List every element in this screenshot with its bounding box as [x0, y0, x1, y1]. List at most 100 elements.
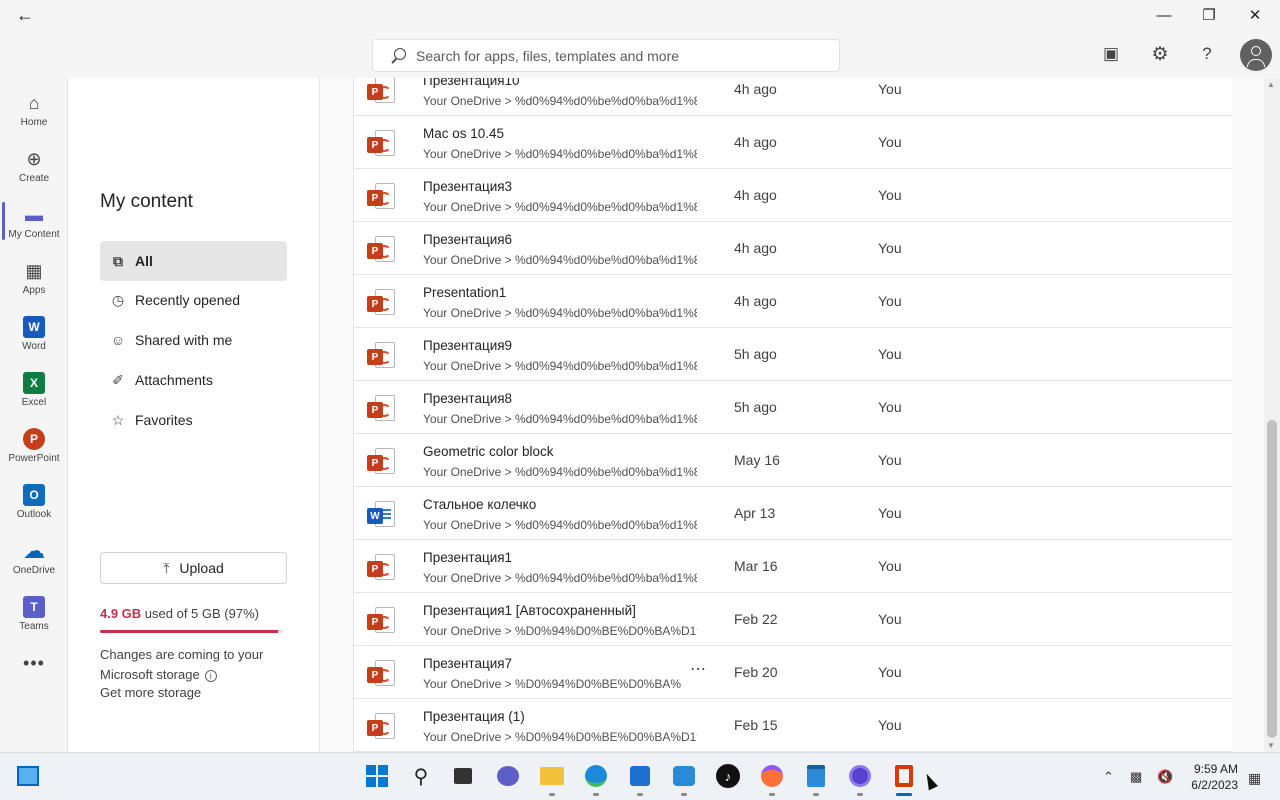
maximize-button[interactable]: ❐ — [1186, 0, 1232, 30]
file-name[interactable]: Презентация3 — [423, 179, 512, 194]
file-path: Your OneDrive > %d0%94%d0%be%d0%ba%d1%8 — [423, 94, 697, 108]
powerpoint-icon: P — [23, 428, 45, 450]
video-icon[interactable]: ▣ — [1100, 43, 1122, 65]
file-row[interactable]: P Презентация1 Your OneDrive > %d0%94%d0%b… — [354, 540, 1232, 593]
search-input[interactable]: Search for apps, files, templates and mo… — [416, 48, 679, 64]
start-icon[interactable] — [364, 763, 390, 789]
file-name[interactable]: Презентация (1) — [423, 709, 525, 724]
people-icon[interactable] — [671, 763, 697, 789]
scroll-up-icon[interactable]: ▲ — [1267, 80, 1275, 89]
file-explorer-icon[interactable] — [539, 763, 565, 789]
more-apps-icon[interactable]: ••• — [0, 653, 68, 674]
file-name[interactable]: Презентация10 — [423, 78, 520, 88]
minimize-button[interactable]: — — [1141, 0, 1187, 30]
search-box[interactable]: Search for apps, files, templates and mo… — [372, 39, 840, 72]
get-more-storage-link[interactable]: Get more storage — [100, 685, 201, 700]
display-icon[interactable]: ▩ — [1130, 769, 1142, 785]
chevron-up-icon[interactable]: ⌃ — [1103, 769, 1114, 785]
widgets-icon[interactable] — [15, 763, 41, 789]
file-name[interactable]: Стальное колечко — [423, 497, 536, 512]
file-date: 5h ago — [734, 399, 777, 415]
file-type-badge: P — [367, 190, 383, 206]
file-row[interactable]: P Презентация10 Your OneDrive > %d0%94%d0%… — [354, 78, 1232, 116]
file-owner: You — [878, 187, 902, 203]
scroll-thumb[interactable] — [1267, 420, 1277, 738]
close-button[interactable]: ✕ — [1232, 0, 1278, 30]
clock[interactable]: 9:59 AM 6/2/2023 — [1188, 761, 1238, 793]
office-icon[interactable] — [891, 763, 917, 789]
file-path: Your OneDrive > %d0%94%d0%be%d0%ba%d1%8 — [423, 147, 697, 161]
nav-item-label: Favorites — [135, 412, 193, 428]
edge-icon[interactable] — [583, 763, 609, 789]
back-button[interactable]: ← — [2, 0, 48, 30]
file-owner: You — [878, 558, 902, 574]
nav-item-favorites[interactable]: ☆ Favorites — [100, 400, 287, 440]
rail-item-my-content[interactable]: ▬ My Content — [0, 194, 68, 246]
onedrive-icon: ☁ — [23, 538, 45, 563]
file-type-badge: P — [367, 667, 383, 683]
rail-label: PowerPoint — [8, 453, 60, 464]
rail-item-outlook[interactable]: O Outlook — [0, 474, 68, 526]
rail-item-excel[interactable]: X Excel — [0, 362, 68, 414]
file-name[interactable]: Презентация7 — [423, 656, 512, 671]
file-type-badge: P — [367, 84, 383, 100]
apps-icon: ▦ — [25, 260, 43, 281]
word-file-icon: W — [367, 501, 395, 529]
avatar[interactable] — [1240, 39, 1272, 71]
notification-icon[interactable]: ▦ — [1248, 770, 1261, 787]
upload-label: Upload — [179, 560, 224, 576]
file-row[interactable]: P Презентация7 Your OneDrive > %D0%94%D0%B… — [354, 646, 1232, 699]
rail-item-home[interactable]: ⌂ Home — [0, 82, 68, 134]
messenger-icon[interactable] — [847, 763, 873, 789]
task-view-icon[interactable] — [450, 763, 476, 789]
file-row[interactable]: P Presentation1 Your OneDrive > %d0%94%d0%… — [354, 275, 1232, 328]
file-row[interactable]: P Презентация3 Your OneDrive > %d0%94%d0%b… — [354, 169, 1232, 222]
more-options-button[interactable]: ⋯ — [690, 659, 707, 679]
notepad-icon[interactable] — [803, 763, 829, 789]
file-row[interactable]: P Geometric color block Your OneDrive > %d… — [354, 434, 1232, 487]
file-name[interactable]: Презентация6 — [423, 232, 512, 247]
powerpoint-file-icon: P — [367, 448, 395, 476]
chat-icon[interactable] — [495, 763, 521, 789]
file-row[interactable]: P Mac os 10.45 Your OneDrive > %d0%94%d0%b… — [354, 116, 1232, 169]
file-row[interactable]: P Презентация1 [Автосохраненный] Your OneD… — [354, 593, 1232, 646]
gear-icon[interactable]: ⚙ — [1149, 43, 1171, 65]
scrollbar[interactable]: ▲ ▼ — [1264, 78, 1280, 752]
file-name[interactable]: Презентация8 — [423, 391, 512, 406]
search-icon[interactable]: ⚲ — [408, 763, 434, 789]
network-icon[interactable]: 🔇 — [1157, 769, 1173, 785]
store-icon[interactable] — [627, 763, 653, 789]
help-icon[interactable]: ? — [1196, 43, 1218, 65]
rail-item-teams[interactable]: T Teams — [0, 586, 68, 638]
file-name[interactable]: Презентация1 [Автосохраненный] — [423, 603, 636, 618]
taskbar: ⚲ ♪ ⌃ ▩ 🔇 9:59 AM 6/2/2023 ▦ — [0, 752, 1280, 800]
file-owner: You — [878, 399, 902, 415]
file-row[interactable]: P Презентация9 Your OneDrive > %d0%94%d0%b… — [354, 328, 1232, 381]
file-name[interactable]: Презентация9 — [423, 338, 512, 353]
file-name[interactable]: Mac os 10.45 — [423, 126, 504, 141]
file-type-badge: P — [367, 720, 383, 736]
file-name[interactable]: Presentation1 — [423, 285, 506, 300]
rail-item-word[interactable]: W Word — [0, 306, 68, 358]
rail-item-powerpoint[interactable]: P PowerPoint — [0, 418, 68, 470]
file-name[interactable]: Презентация1 — [423, 550, 512, 565]
info-icon[interactable]: i — [204, 670, 217, 682]
tiktok-icon[interactable]: ♪ — [715, 763, 741, 789]
nav-item-attachments[interactable]: ✐ Attachments — [100, 360, 287, 400]
rail-item-create[interactable]: ⊕ Create — [0, 138, 68, 190]
nav-item-recently-opened[interactable]: ◷ Recently opened — [100, 280, 287, 320]
nav-item-all[interactable]: ⧉ All — [100, 241, 287, 281]
nav-item-shared-with-me[interactable]: ☺ Shared with me — [100, 320, 287, 360]
file-type-badge: P — [367, 561, 383, 577]
rail-item-apps[interactable]: ▦ Apps — [0, 250, 68, 302]
firefox-icon[interactable] — [759, 763, 785, 789]
scroll-down-icon[interactable]: ▼ — [1267, 741, 1275, 750]
powerpoint-file-icon: P — [367, 289, 395, 317]
rail-item-onedrive[interactable]: ☁ OneDrive — [0, 530, 68, 582]
file-row[interactable]: P Презентация (1) Your OneDrive > %D0%94%D… — [354, 699, 1232, 752]
upload-button[interactable]: ⤒ Upload — [100, 552, 287, 584]
file-row[interactable]: W Стальное колечко Your OneDrive > %d0%94%… — [354, 487, 1232, 540]
file-row[interactable]: P Презентация8 Your OneDrive > %d0%94%d0%b… — [354, 381, 1232, 434]
file-row[interactable]: P Презентация6 Your OneDrive > %d0%94%d0%b… — [354, 222, 1232, 275]
file-name[interactable]: Geometric color block — [423, 444, 554, 459]
